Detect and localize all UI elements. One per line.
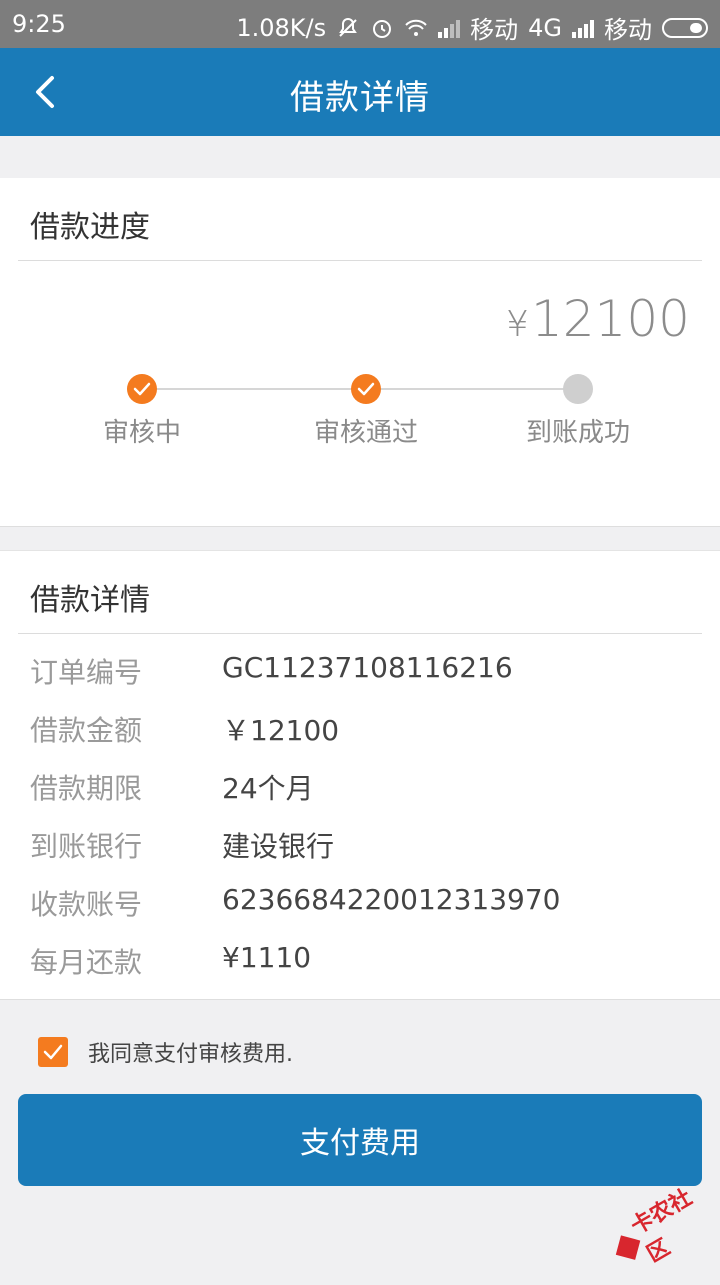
- step-label: 到账成功: [525, 418, 630, 448]
- network-speed: 1.08K/s: [236, 13, 327, 42]
- notification-off-icon: [339, 17, 357, 37]
- step-label: 审核通过: [313, 418, 418, 448]
- section-title: 借款进度: [30, 210, 150, 245]
- signal-icon: [572, 18, 594, 38]
- detail-value: 建设银行: [222, 830, 335, 863]
- detail-value: 6236684220012313970: [222, 883, 561, 916]
- detail-value: ¥1110: [222, 941, 312, 974]
- progress-card: 借款进度 ¥12100 审核中 审核通过 到账成功: [0, 178, 720, 527]
- amount-value: 12100: [530, 290, 690, 348]
- detail-row: 到账银行 建设银行: [0, 815, 720, 873]
- check-icon: [133, 382, 151, 396]
- status-bar: 9:25 1.08K/s 移动 4G 移动: [0, 0, 720, 48]
- section-title: 借款详情: [30, 583, 150, 618]
- detail-row: 订单编号 GC11237108116216: [0, 641, 720, 699]
- detail-key: 收款账号: [30, 888, 143, 921]
- step-dot-approved: [351, 374, 381, 404]
- pay-fee-button[interactable]: 支付费用: [18, 1094, 702, 1186]
- signal-icon: [438, 18, 461, 38]
- status-time: 9:25: [12, 10, 66, 38]
- detail-key: 借款期限: [30, 772, 143, 805]
- divider: [18, 633, 702, 634]
- details-card: 借款详情 订单编号 GC11237108116216 借款金额 ￥12100 借…: [0, 550, 720, 1000]
- detail-key: 到账银行: [30, 830, 143, 863]
- alarm-icon: [373, 19, 392, 38]
- divider: [18, 260, 702, 261]
- carrier-label: 移动: [470, 16, 519, 44]
- step-dot-received: [563, 374, 593, 404]
- detail-row: 借款金额 ￥12100: [0, 699, 720, 757]
- detail-row: 每月还款 ¥1110: [0, 931, 720, 989]
- detail-value: ￥12100: [222, 714, 340, 747]
- agreement: 我同意支付审核费用.: [38, 1036, 293, 1068]
- detail-row: 借款期限 24个月: [0, 757, 720, 815]
- carrier-label: 移动: [604, 16, 652, 44]
- agreement-checkbox[interactable]: [38, 1037, 68, 1067]
- logo-mark-icon: [615, 1235, 640, 1260]
- check-icon: [357, 382, 375, 396]
- detail-row: 收款账号 6236684220012313970: [0, 873, 720, 931]
- detail-value: 24个月: [222, 772, 314, 805]
- wifi-icon: [405, 19, 427, 36]
- detail-value: GC11237108116216: [222, 651, 513, 684]
- currency-symbol: ¥: [506, 304, 529, 345]
- status-right: 1.08K/s 移动 4G 移动: [236, 10, 708, 45]
- network-type: 4G: [528, 13, 562, 42]
- page-title: 借款详情: [290, 78, 430, 118]
- step-label: 审核中: [102, 418, 181, 448]
- battery-icon: [662, 17, 708, 38]
- step-dot-review: [127, 374, 157, 404]
- agreement-text: 我同意支付审核费用.: [88, 1042, 293, 1067]
- detail-key: 借款金额: [30, 714, 143, 747]
- app-bar: 借款详情: [0, 48, 720, 136]
- detail-key: 订单编号: [30, 656, 143, 689]
- loan-amount: ¥12100: [506, 290, 690, 348]
- detail-key: 每月还款: [30, 946, 143, 979]
- check-icon: [43, 1044, 63, 1060]
